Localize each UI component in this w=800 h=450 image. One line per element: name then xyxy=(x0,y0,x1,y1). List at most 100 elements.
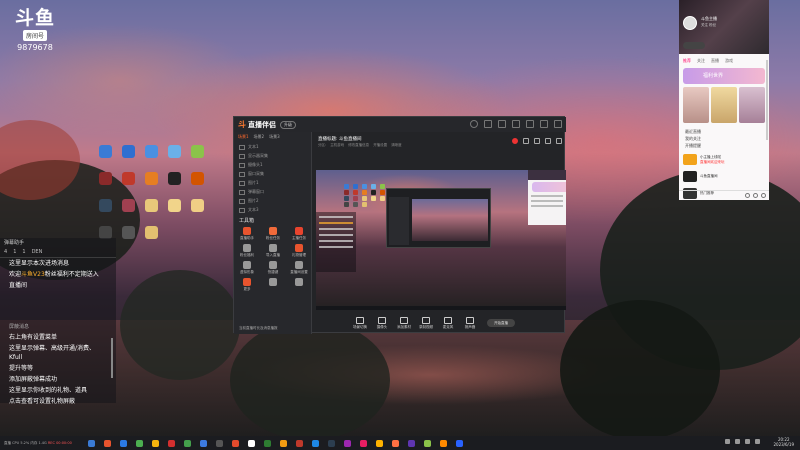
share-icon[interactable] xyxy=(556,138,562,144)
settings-icon[interactable] xyxy=(498,120,506,128)
scene-source-item[interactable]: 文本3 xyxy=(234,205,311,214)
scene-source-item[interactable]: 弹幕窗口 xyxy=(234,187,311,196)
taskbar-app-icon[interactable] xyxy=(248,439,255,447)
scene-source-item[interactable]: 图片1 xyxy=(234,178,311,187)
close-icon[interactable] xyxy=(554,120,562,128)
desktop-icon-star[interactable] xyxy=(117,145,139,172)
scene-source-item[interactable]: 图片2 xyxy=(234,196,311,205)
image-icon[interactable] xyxy=(753,193,758,198)
tool-item[interactable] xyxy=(260,278,286,295)
taskbar-app-icon[interactable] xyxy=(104,439,111,447)
tool-item[interactable]: 主播任务 xyxy=(286,227,312,244)
chat-scrollbar[interactable] xyxy=(111,338,113,378)
scene-source-item[interactable]: 文本1 xyxy=(234,142,311,151)
tool-item[interactable]: 导入直播 xyxy=(260,244,286,261)
desktop-icon-leaf[interactable] xyxy=(186,145,208,172)
taskbar-app-icon[interactable] xyxy=(296,439,303,447)
taskbar-app-icon[interactable] xyxy=(136,439,143,447)
tool-item[interactable]: 粉丝福利 xyxy=(234,244,260,261)
taskbar-app-icon[interactable] xyxy=(200,439,207,447)
room-meta-item[interactable]: 修改直播信息 xyxy=(348,143,369,148)
chat-tool[interactable]: 4 xyxy=(4,249,7,255)
maximize-icon[interactable] xyxy=(540,120,548,128)
phone-tab[interactable]: 关注 xyxy=(697,58,705,64)
scene-source-item[interactable]: 摄像头1 xyxy=(234,160,311,169)
desktop-icon-game4[interactable] xyxy=(186,172,208,199)
tool-item[interactable]: 更多 xyxy=(234,278,260,295)
desktop-icon-shield[interactable] xyxy=(140,145,162,172)
phone-list-item[interactable]: 最近直播 xyxy=(685,128,763,135)
more-icon[interactable] xyxy=(761,193,766,198)
desktop-icon-folder2[interactable] xyxy=(163,199,185,226)
taskbar-app-icon[interactable] xyxy=(440,439,447,447)
taskbar-app-icon[interactable] xyxy=(328,439,335,447)
desktop-icon-app4[interactable] xyxy=(117,226,139,253)
phone-list-item[interactable]: 我的关注 xyxy=(685,135,763,142)
follow-button[interactable] xyxy=(683,42,705,49)
menu-icon[interactable] xyxy=(512,120,520,128)
phone-image[interactable] xyxy=(711,87,737,123)
tool-item[interactable] xyxy=(286,278,312,295)
control-扬声器[interactable]: 扬声器 xyxy=(459,316,481,330)
chat-tool[interactable]: 1 xyxy=(13,249,16,255)
taskbar-app-icon[interactable] xyxy=(312,439,319,447)
desktop-icon-game2[interactable] xyxy=(117,172,139,199)
user-icon[interactable] xyxy=(534,138,540,144)
scene-source-item[interactable]: 显示器采集 xyxy=(234,151,311,160)
record-icon[interactable] xyxy=(512,138,518,144)
clock[interactable]: 20:22 2023/6/19 xyxy=(773,437,794,447)
tool-item[interactable]: 直播助手 xyxy=(234,227,260,244)
phone-list-item[interactable]: 开播提醒 xyxy=(685,142,763,149)
taskbar-app-icon[interactable] xyxy=(376,439,383,447)
taskbar-app-icon[interactable] xyxy=(408,439,415,447)
taskbar-app-icon[interactable] xyxy=(264,439,271,447)
scene-tab[interactable]: 场景2 xyxy=(254,134,265,140)
taskbar-app-icon[interactable] xyxy=(216,439,223,447)
room-meta-item[interactable]: 主机游戏 xyxy=(330,143,344,148)
desktop-icon-app2[interactable] xyxy=(117,199,139,226)
upgrade-button[interactable]: 升级 xyxy=(280,120,296,129)
desktop-icon-capcut[interactable] xyxy=(163,172,185,199)
taskbar-app-icon[interactable] xyxy=(120,439,127,447)
room-meta-item[interactable]: 分区: xyxy=(318,143,326,148)
desktop-icon-globe[interactable] xyxy=(163,145,185,172)
desktop-icon-sogou[interactable] xyxy=(94,145,116,172)
control-添加素材[interactable]: 添加素材 xyxy=(393,316,415,330)
minimize-icon[interactable] xyxy=(526,120,534,128)
room-meta-item[interactable]: 开播设置 xyxy=(373,143,387,148)
taskbar-app-icon[interactable] xyxy=(88,439,95,447)
scene-tab[interactable]: 场景1 xyxy=(238,134,249,140)
control-场景切换[interactable]: 场景切换 xyxy=(349,316,371,330)
start-live-button[interactable]: 开始直播 xyxy=(487,319,515,327)
gift-icon[interactable] xyxy=(523,138,529,144)
network-icon[interactable] xyxy=(735,439,740,444)
control-摄像头[interactable]: 摄像头 xyxy=(371,316,393,330)
phone-image[interactable] xyxy=(739,87,765,123)
taskbar-app-icon[interactable] xyxy=(344,439,351,447)
mail-icon[interactable] xyxy=(484,120,492,128)
tool-item[interactable]: 快捷键 xyxy=(260,261,286,278)
taskbar-app-icon[interactable] xyxy=(360,439,367,447)
phone-feed-item[interactable]: 斗鱼直播间 xyxy=(679,168,769,185)
desktop-icon-folder1[interactable] xyxy=(140,199,162,226)
stream-preview[interactable] xyxy=(316,170,566,310)
taskbar-app-icon[interactable] xyxy=(232,439,239,447)
phone-banner[interactable]: 福利世界 xyxy=(683,68,765,84)
ime-icon[interactable] xyxy=(755,439,760,444)
tool-item[interactable]: 礼物管理 xyxy=(286,244,312,261)
phone-scrollbar[interactable] xyxy=(766,60,768,140)
scene-source-item[interactable]: 窗口采集 xyxy=(234,169,311,178)
phone-tab[interactable]: 直播 xyxy=(711,58,719,64)
room-meta-item[interactable]: 清晰度 xyxy=(391,143,402,148)
desktop-icon-folder3[interactable] xyxy=(186,199,208,226)
desktop-icon-game1[interactable] xyxy=(94,172,116,199)
tool-item[interactable]: 虚拟形象 xyxy=(234,261,260,278)
taskbar-app-icon[interactable] xyxy=(456,439,463,447)
chat-tool[interactable]: 1 xyxy=(22,249,25,255)
desktop-icon-app1[interactable] xyxy=(94,199,116,226)
scene-tab[interactable]: 场景3 xyxy=(269,134,280,140)
taskbar-app-icon[interactable] xyxy=(184,439,191,447)
control-录制视频[interactable]: 录制视频 xyxy=(415,316,437,330)
phone-tab[interactable]: 推荐 xyxy=(683,58,691,64)
emoji-icon[interactable] xyxy=(745,193,750,198)
